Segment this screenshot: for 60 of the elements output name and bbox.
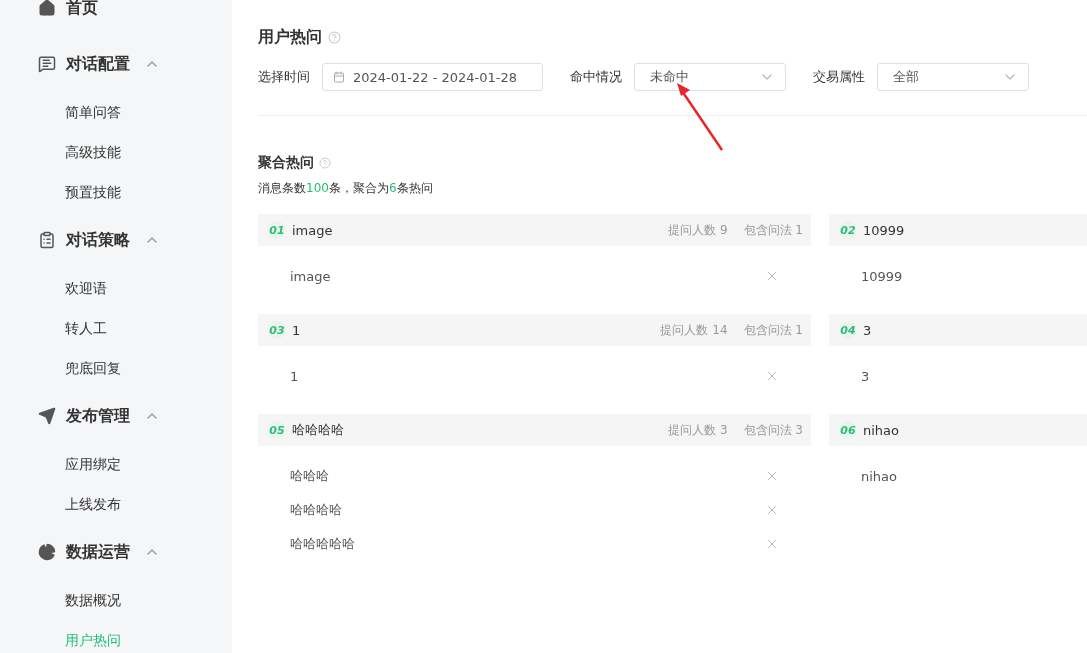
- stat-text: 提问人数 14: [660, 321, 728, 339]
- sidebar-item[interactable]: 高级技能: [65, 144, 121, 162]
- sidebar-item[interactable]: 转人工: [65, 320, 107, 338]
- stat-text: 包含问法 3: [743, 421, 803, 439]
- card-title: nihao: [863, 422, 900, 438]
- rank-number: 02: [839, 221, 857, 239]
- filter-label: 交易属性: [813, 68, 865, 86]
- question-text: 哈哈哈哈哈: [290, 535, 356, 553]
- sidebar-group[interactable]: 对话配置: [66, 53, 134, 75]
- question-text: 哈哈哈哈: [290, 501, 343, 519]
- sidebar-item[interactable]: 上线发布: [65, 496, 121, 514]
- select-field[interactable]: 全部: [877, 63, 1029, 91]
- page-title: 用户热问: [258, 26, 322, 48]
- sidebar-item[interactable]: 兜底回复: [65, 360, 121, 378]
- section-title: 聚合热问: [258, 154, 314, 172]
- card-title: 哈哈哈哈: [292, 421, 345, 439]
- card-title: 1: [292, 322, 302, 338]
- question-text: 1: [290, 368, 300, 384]
- sidebar-item[interactable]: 简单问答: [65, 104, 121, 122]
- chat-icon: [38, 55, 56, 73]
- stat-text: 提问人数 9: [668, 221, 728, 239]
- question-text: 哈哈哈: [290, 467, 330, 485]
- filter-label: 命中情况: [570, 68, 622, 86]
- rank-number: 05: [268, 421, 286, 439]
- rank-number: 06: [839, 421, 857, 439]
- close-icon[interactable]: [765, 269, 779, 283]
- sidebar-item[interactable]: 欢迎语: [65, 280, 107, 298]
- date-range-field[interactable]: 2024-01-22 - 2024-01-28: [322, 63, 543, 91]
- card-title: 10999: [863, 222, 906, 238]
- filter-label: 选择时间: [258, 68, 310, 86]
- pie-icon: [38, 543, 56, 561]
- rank-number: 03: [268, 321, 286, 339]
- stat-text: 提问人数 3: [668, 421, 728, 439]
- sidebar-item[interactable]: 预置技能: [65, 184, 121, 202]
- sidebar-item[interactable]: 数据概况: [65, 592, 121, 610]
- calendar-icon: [333, 71, 345, 83]
- close-icon[interactable]: [765, 537, 779, 551]
- close-icon[interactable]: [765, 369, 779, 383]
- question-text: nihao: [861, 468, 898, 484]
- sidebar-group[interactable]: 数据运营: [66, 541, 134, 563]
- rank-number: 01: [268, 221, 286, 239]
- help-icon[interactable]: [328, 30, 341, 44]
- close-icon[interactable]: [765, 469, 779, 483]
- question-text: 10999: [861, 268, 904, 284]
- stat-text: 包含问法 1: [743, 221, 803, 239]
- list-icon: [38, 231, 56, 249]
- close-icon[interactable]: [765, 503, 779, 517]
- help-icon[interactable]: [319, 157, 331, 169]
- rank-number: 04: [839, 321, 857, 339]
- summary-text: 消息条数100条，聚合为6条热问: [258, 180, 434, 197]
- sidebar-group[interactable]: 对话策略: [66, 229, 134, 251]
- send-icon: [38, 407, 56, 425]
- card-title: 3: [863, 322, 873, 338]
- question-text: image: [290, 268, 332, 284]
- stat-text: 包含问法 1: [743, 321, 803, 339]
- home-icon: [38, 0, 56, 17]
- question-text: 3: [861, 368, 871, 384]
- card-title: image: [292, 222, 334, 238]
- sidebar-group[interactable]: 发布管理: [66, 405, 134, 427]
- sidebar-item[interactable]: 应用绑定: [65, 456, 121, 474]
